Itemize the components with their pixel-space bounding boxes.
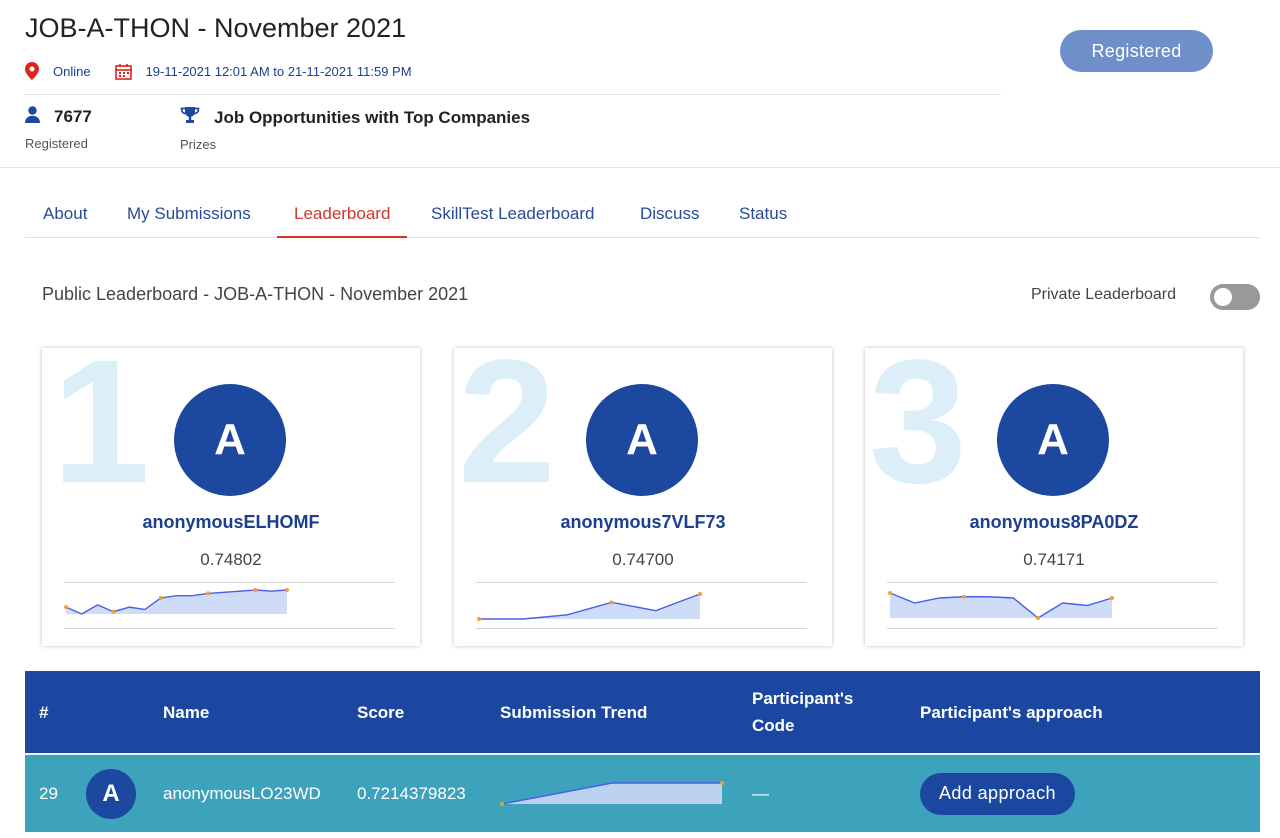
trend-point xyxy=(720,780,724,785)
divider xyxy=(64,628,395,629)
submission-trend-chart xyxy=(477,592,702,621)
trend-point xyxy=(1036,616,1040,620)
registered-button[interactable]: Registered xyxy=(1060,30,1213,72)
col-name: Name xyxy=(163,702,210,722)
top-card-1: 1 A anonymousELHOMF 0.74802 xyxy=(42,348,420,646)
trend-point xyxy=(477,617,481,621)
trend-point xyxy=(253,588,258,592)
trend-point xyxy=(1110,596,1114,600)
col-rank: # xyxy=(39,702,49,722)
row-score: 0.7214379823 xyxy=(357,783,466,803)
trend-point xyxy=(888,591,892,595)
prizes-stat: Job Opportunities with Top Companies Pri… xyxy=(180,106,530,152)
avatar: A xyxy=(86,768,136,819)
private-leaderboard-toggle[interactable] xyxy=(1210,284,1260,310)
table-header: # Name Score Submission Trend Participan… xyxy=(25,671,1260,753)
leaderboard-title: Public Leaderboard - JOB-A-THON - Novemb… xyxy=(42,284,469,304)
trend-point xyxy=(609,600,614,605)
top-card-2: 2 A anonymous7VLF73 0.74700 xyxy=(454,348,832,646)
tab-discuss[interactable]: Discuss xyxy=(640,190,700,238)
rank-watermark: 2 xyxy=(458,348,556,520)
trend-point xyxy=(64,605,68,610)
top-card-3: 3 A anonymous8PA0DZ 0.74171 xyxy=(865,348,1243,646)
row-trend-cell xyxy=(500,755,726,832)
divider xyxy=(25,94,1001,95)
divider xyxy=(887,582,1218,583)
registered-stat: 7677 Registered xyxy=(25,106,92,151)
prizes-label: Prizes xyxy=(180,137,217,152)
event-dates: 19-11-2021 12:01 AM to 21-11-2021 11:59 … xyxy=(145,63,412,79)
divider xyxy=(64,582,395,583)
trend-point xyxy=(500,801,504,806)
participant-score: 0.74802 xyxy=(200,550,262,569)
add-approach-button[interactable]: Add approach xyxy=(920,772,1075,815)
table-row: 29 A anonymousLO23WD 0.7214379823 — Add … xyxy=(25,753,1260,832)
private-leaderboard-label: Private Leaderboard xyxy=(1031,286,1176,303)
row-participant-code: — xyxy=(752,783,769,803)
toggle-knob xyxy=(1214,288,1232,306)
trend-point xyxy=(158,596,163,600)
registered-count: 7677 xyxy=(54,107,92,126)
col-submission-trend: Submission Trend xyxy=(500,702,648,722)
tab-skilltest-leaderboard[interactable]: SkillTest Leaderboard xyxy=(431,190,594,238)
trend-point xyxy=(206,591,211,596)
col-code-line2: Code xyxy=(752,716,795,735)
calendar-icon xyxy=(114,63,132,80)
participant-score: 0.74700 xyxy=(612,550,674,569)
event-meta: Online 19-11-2021 12:01 AM to 21-11-2021… xyxy=(25,62,412,80)
col-code-line1: Participant's xyxy=(752,689,854,708)
trend-point xyxy=(698,592,702,596)
submission-trend-chart xyxy=(64,588,289,615)
divider xyxy=(476,628,807,629)
prize-text: Job Opportunities with Top Companies xyxy=(214,107,531,127)
avatar: A xyxy=(997,384,1109,496)
leaderboard-table: # Name Score Submission Trend Participan… xyxy=(25,671,1260,832)
tab-leaderboard[interactable]: Leaderboard xyxy=(277,190,408,238)
location-pin-icon xyxy=(25,62,39,80)
trend-point xyxy=(962,594,966,599)
tab-status[interactable]: Status xyxy=(739,190,787,238)
divider xyxy=(887,628,1218,629)
trend-area xyxy=(502,782,722,804)
event-location: Online xyxy=(53,63,91,79)
trend-point xyxy=(285,588,289,592)
event-header: JOB-A-THON - November 2021 Online 19-11-… xyxy=(0,0,1280,168)
trend-area xyxy=(66,590,287,614)
divider xyxy=(476,582,807,583)
trend-point xyxy=(111,609,116,614)
col-participant-approach: Participant's approach xyxy=(920,702,1103,722)
tab-bar: About My Submissions Leaderboard SkillTe… xyxy=(25,190,1260,238)
participant-name[interactable]: anonymous8PA0DZ xyxy=(865,512,1243,533)
row-avatar-cell: A xyxy=(86,755,136,832)
participant-name[interactable]: anonymousELHOMF xyxy=(42,512,420,533)
submission-trend-chart xyxy=(888,591,1114,620)
col-participant-code: Participant's Code xyxy=(752,671,853,753)
tab-my-submissions[interactable]: My Submissions xyxy=(127,190,251,238)
rank-watermark: 1 xyxy=(52,348,150,520)
tab-about[interactable]: About xyxy=(43,190,87,238)
participant-name[interactable]: anonymous7VLF73 xyxy=(454,512,832,533)
participant-score: 0.74171 xyxy=(1023,550,1085,569)
rank-watermark: 3 xyxy=(869,348,967,520)
trophy-icon xyxy=(180,106,214,129)
user-icon xyxy=(25,106,54,128)
submission-trend-chart xyxy=(500,780,724,806)
col-score: Score xyxy=(357,702,405,722)
event-title: JOB-A-THON - November 2021 xyxy=(25,13,407,43)
registered-label: Registered xyxy=(25,136,88,151)
avatar: A xyxy=(586,384,698,496)
row-rank: 29 xyxy=(39,783,58,803)
row-name[interactable]: anonymousLO23WD xyxy=(163,755,321,832)
avatar: A xyxy=(174,384,286,496)
row-approach-cell: Add approach xyxy=(920,755,1075,832)
